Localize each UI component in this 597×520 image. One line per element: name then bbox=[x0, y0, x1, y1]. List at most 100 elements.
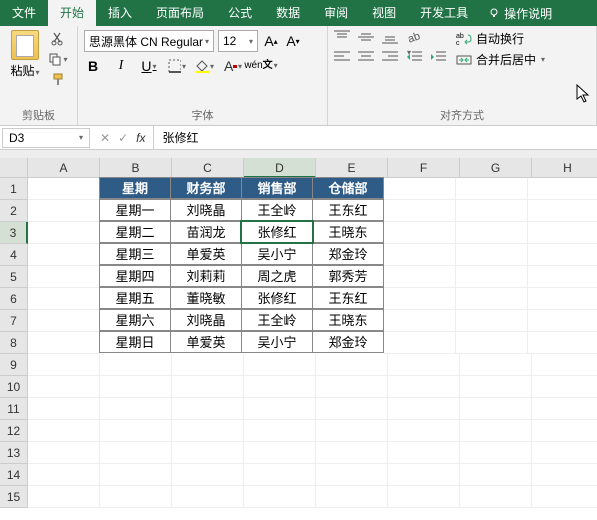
cell-G2[interactable] bbox=[456, 200, 528, 222]
cell-G15[interactable] bbox=[460, 486, 532, 508]
cell-F8[interactable] bbox=[384, 332, 456, 354]
cell-A7[interactable] bbox=[28, 310, 100, 332]
cells-area[interactable]: 星期财务部销售部仓储部星期一刘晓晶王全岭王东红星期二苗润龙张修红王晓东星期三单爱… bbox=[28, 178, 597, 508]
cell-F1[interactable] bbox=[384, 178, 456, 200]
cell-B1[interactable]: 星期 bbox=[99, 177, 171, 199]
cell-E12[interactable] bbox=[316, 420, 388, 442]
cell-H5[interactable] bbox=[528, 266, 597, 288]
cell-H13[interactable] bbox=[532, 442, 597, 464]
cell-D3[interactable]: 张修红 bbox=[241, 221, 313, 243]
cell-C9[interactable] bbox=[172, 354, 244, 376]
cell-H7[interactable] bbox=[528, 310, 597, 332]
cell-C1[interactable]: 财务部 bbox=[170, 177, 242, 199]
cell-H14[interactable] bbox=[532, 464, 597, 486]
col-header-A[interactable]: A bbox=[28, 158, 100, 178]
cell-B14[interactable] bbox=[100, 464, 172, 486]
cell-A14[interactable] bbox=[28, 464, 100, 486]
italic-button[interactable]: I bbox=[112, 56, 130, 76]
merge-center-button[interactable]: 合并后居中▾ bbox=[456, 51, 545, 68]
cell-C12[interactable] bbox=[172, 420, 244, 442]
cell-F6[interactable] bbox=[384, 288, 456, 310]
row-header-8[interactable]: 8 bbox=[0, 332, 28, 354]
row-header-1[interactable]: 1 bbox=[0, 178, 28, 200]
row-header-7[interactable]: 7 bbox=[0, 310, 28, 332]
cell-G8[interactable] bbox=[456, 332, 528, 354]
cell-G5[interactable] bbox=[456, 266, 528, 288]
select-all-corner[interactable] bbox=[0, 158, 28, 178]
cell-H9[interactable] bbox=[532, 354, 597, 376]
cell-C13[interactable] bbox=[172, 442, 244, 464]
cell-H15[interactable] bbox=[532, 486, 597, 508]
cell-D4[interactable]: 吴小宁 bbox=[241, 243, 313, 265]
cancel-formula-button[interactable]: ✕ bbox=[100, 131, 110, 145]
cell-D7[interactable]: 王全岭 bbox=[241, 309, 313, 331]
cell-D15[interactable] bbox=[244, 486, 316, 508]
cell-C10[interactable] bbox=[172, 376, 244, 398]
cell-H8[interactable] bbox=[528, 332, 597, 354]
cell-D11[interactable] bbox=[244, 398, 316, 420]
cell-A6[interactable] bbox=[28, 288, 100, 310]
cell-B7[interactable]: 星期六 bbox=[99, 309, 171, 331]
cell-A11[interactable] bbox=[28, 398, 100, 420]
cell-E9[interactable] bbox=[316, 354, 388, 376]
decrease-indent-button[interactable] bbox=[406, 50, 424, 66]
tab-公式[interactable]: 公式 bbox=[216, 0, 264, 26]
underline-button[interactable]: U▾ bbox=[140, 56, 158, 76]
wrap-text-button[interactable]: abc自动换行 bbox=[456, 30, 545, 47]
align-right-button[interactable] bbox=[382, 50, 400, 66]
row-header-4[interactable]: 4 bbox=[0, 244, 28, 266]
cell-H11[interactable] bbox=[532, 398, 597, 420]
tab-开始[interactable]: 开始 bbox=[48, 0, 96, 26]
align-top-button[interactable] bbox=[334, 30, 352, 46]
cell-B11[interactable] bbox=[100, 398, 172, 420]
fx-button[interactable]: fx bbox=[136, 131, 145, 145]
cell-F15[interactable] bbox=[388, 486, 460, 508]
font-size-select[interactable]: 12▾ bbox=[218, 30, 258, 52]
cell-H12[interactable] bbox=[532, 420, 597, 442]
phonetic-button[interactable]: wén文▾ bbox=[252, 56, 270, 76]
name-box[interactable]: D3▾ bbox=[2, 128, 90, 148]
cell-G11[interactable] bbox=[460, 398, 532, 420]
orientation-button[interactable]: ab▾ bbox=[406, 30, 424, 46]
cell-B5[interactable]: 星期四 bbox=[99, 265, 171, 287]
col-header-C[interactable]: C bbox=[172, 158, 244, 178]
cell-D14[interactable] bbox=[244, 464, 316, 486]
tab-开发工具[interactable]: 开发工具 bbox=[408, 0, 480, 26]
cell-C7[interactable]: 刘晓晶 bbox=[170, 309, 242, 331]
cell-D12[interactable] bbox=[244, 420, 316, 442]
cell-D1[interactable]: 销售部 bbox=[241, 177, 313, 199]
font-color-button[interactable]: A▾ bbox=[224, 56, 242, 76]
font-name-select[interactable]: 思源黑体 CN Regular▾ bbox=[84, 30, 214, 52]
cell-H6[interactable] bbox=[528, 288, 597, 310]
cell-E7[interactable]: 王晓东 bbox=[312, 309, 384, 331]
bold-button[interactable]: B bbox=[84, 56, 102, 76]
align-left-button[interactable] bbox=[334, 50, 352, 66]
cell-B12[interactable] bbox=[100, 420, 172, 442]
cell-D2[interactable]: 王全岭 bbox=[241, 199, 313, 221]
cell-F7[interactable] bbox=[384, 310, 456, 332]
cell-E5[interactable]: 郭秀芳 bbox=[312, 265, 384, 287]
cell-H1[interactable] bbox=[528, 178, 597, 200]
cut-button[interactable] bbox=[48, 30, 68, 48]
cell-H10[interactable] bbox=[532, 376, 597, 398]
col-header-H[interactable]: H bbox=[532, 158, 597, 178]
tab-插入[interactable]: 插入 bbox=[96, 0, 144, 26]
cell-E6[interactable]: 王东红 bbox=[312, 287, 384, 309]
cell-H4[interactable] bbox=[528, 244, 597, 266]
cell-A2[interactable] bbox=[28, 200, 100, 222]
cell-G3[interactable] bbox=[456, 222, 528, 244]
cell-B13[interactable] bbox=[100, 442, 172, 464]
cell-C4[interactable]: 单爱英 bbox=[170, 243, 242, 265]
cell-G13[interactable] bbox=[460, 442, 532, 464]
cell-B8[interactable]: 星期日 bbox=[99, 331, 171, 353]
cell-H2[interactable] bbox=[528, 200, 597, 222]
col-header-D[interactable]: D bbox=[244, 158, 316, 178]
cell-F5[interactable] bbox=[384, 266, 456, 288]
cell-A10[interactable] bbox=[28, 376, 100, 398]
fill-color-button[interactable]: ▾ bbox=[196, 56, 214, 76]
cell-F9[interactable] bbox=[388, 354, 460, 376]
align-center-button[interactable] bbox=[358, 50, 376, 66]
cell-E8[interactable]: 郑金玲 bbox=[312, 331, 384, 353]
cell-F12[interactable] bbox=[388, 420, 460, 442]
copy-button[interactable]: ▾ bbox=[48, 50, 68, 68]
